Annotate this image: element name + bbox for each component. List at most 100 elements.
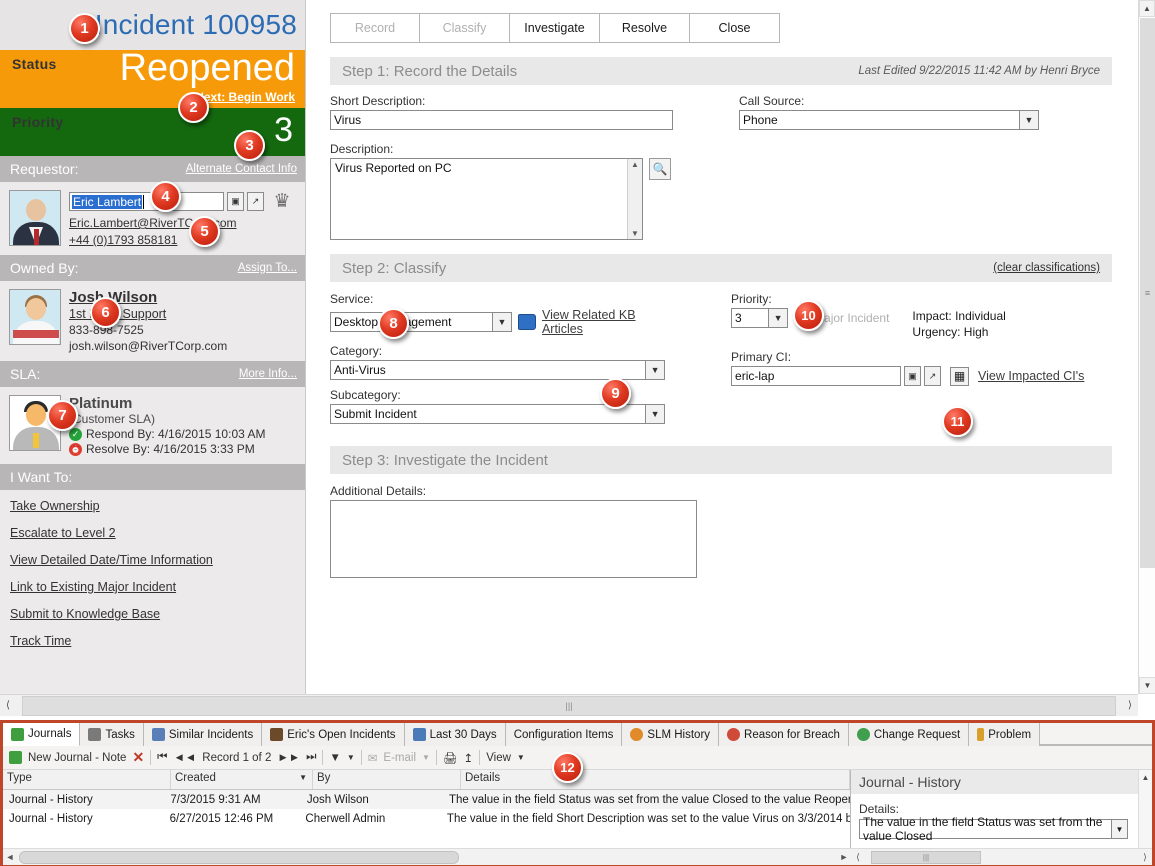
journal-detail-details-value[interactable]: The value in the field Status was set fr… — [859, 815, 1111, 843]
tab-problem[interactable]: Problem — [969, 723, 1041, 746]
first-record-icon[interactable]: ⏮ — [157, 751, 167, 764]
tab-change-request[interactable]: Change Request — [848, 723, 970, 746]
requestor-lookup-icon[interactable]: ▣ — [227, 192, 244, 211]
filter-icon[interactable]: ▼ — [329, 752, 340, 764]
print-icon[interactable]: 🖨 — [443, 751, 458, 765]
filter-dropdown-icon[interactable]: ▼ — [347, 753, 355, 762]
column-header-by[interactable]: By — [313, 770, 461, 789]
requestor-name-input[interactable]: Eric Lambert — [69, 192, 224, 211]
priority-dropdown[interactable]: 3 ▼ — [731, 308, 789, 328]
requestor-phone-link[interactable]: +44 (0)1793 858181 — [69, 233, 297, 247]
main-vertical-scrollbar[interactable]: ▲ ≡ ▼ — [1138, 0, 1155, 694]
call-source-value[interactable]: Phone — [739, 110, 1019, 130]
priority-select-value[interactable]: 3 — [731, 308, 769, 328]
last-record-icon[interactable]: ⏭ — [306, 751, 316, 764]
grid-hscroll-thumb[interactable] — [19, 850, 459, 864]
column-header-created[interactable]: Created ▼ — [171, 770, 313, 789]
scroll-down-icon[interactable]: ▼ — [1139, 677, 1155, 694]
call-source-dropdown[interactable]: Phone ▼ — [739, 110, 1039, 130]
scroll-up-icon[interactable]: ▲ — [1139, 0, 1155, 17]
scroll-down-icon[interactable]: ▼ — [631, 229, 639, 238]
service-value[interactable]: Desktop Management — [330, 312, 492, 332]
phase-tab-record[interactable]: Record — [330, 13, 420, 43]
short-description-input[interactable]: Virus — [330, 110, 673, 130]
phase-tab-close[interactable]: Close — [690, 13, 780, 43]
journal-grid-hscrollbar[interactable]: ◄ ► — [3, 848, 851, 865]
priority-value: 3 — [274, 111, 293, 149]
kb-book-icon[interactable] — [517, 314, 536, 330]
iwant-view-date-time-info[interactable]: View Detailed Date/Time Information — [10, 553, 305, 567]
scroll-left-icon[interactable]: ⟨ — [851, 852, 865, 863]
delete-x-icon[interactable]: ✕ — [132, 749, 144, 766]
iwant-take-ownership[interactable]: Take Ownership — [10, 499, 305, 513]
hscrollbar-thumb[interactable]: ||| — [22, 695, 1116, 716]
scroll-up-icon[interactable]: ▲ — [631, 160, 639, 169]
primary-ci-goto-icon[interactable]: ↗ — [924, 366, 942, 387]
detail-hscroll-thumb[interactable]: ||| — [871, 850, 981, 864]
journal-detail-vscrollbar[interactable]: ▲ — [1138, 770, 1152, 848]
chevron-down-icon[interactable]: ▼ — [768, 308, 789, 328]
requestor-goto-icon[interactable]: ↗ — [247, 192, 264, 211]
description-label: Description: — [330, 142, 394, 156]
phase-tab-classify[interactable]: Classify — [420, 13, 510, 43]
iwant-track-time[interactable]: Track Time — [10, 634, 305, 648]
primary-ci-lookup-icon[interactable]: ▣ — [904, 366, 922, 387]
scroll-right-icon[interactable]: ⟩ — [1122, 696, 1138, 716]
scroll-left-icon[interactable]: ◄ — [3, 852, 17, 862]
chevron-down-icon[interactable]: ▼ — [1019, 110, 1039, 130]
sla-more-info-link[interactable]: More Info... — [239, 368, 297, 380]
export-icon[interactable]: ↥ — [464, 751, 474, 765]
tab-slm-history[interactable]: SLM History — [622, 723, 720, 746]
phase-tab-resolve[interactable]: Resolve — [600, 13, 690, 43]
journal-detail-pane: Journal - History Details: The value in … — [851, 770, 1152, 865]
scroll-left-icon[interactable]: ⟨ — [0, 696, 16, 716]
category-dropdown[interactable]: Anti-Virus ▼ — [330, 360, 666, 380]
subcategory-value[interactable]: Submit Incident — [330, 404, 646, 424]
assign-to-link[interactable]: Assign To... — [238, 262, 297, 274]
phase-tab-investigate[interactable]: Investigate — [510, 13, 600, 43]
iwant-link-major-incident[interactable]: Link to Existing Major Incident — [10, 580, 305, 594]
clear-classifications-link[interactable]: (clear classifications) — [993, 262, 1100, 274]
description-scrollbar[interactable]: ▲ ▼ — [627, 159, 642, 239]
next-record-icon[interactable]: ►► — [277, 752, 300, 764]
tab-erics-open-incidents[interactable]: Eric's Open Incidents — [262, 723, 405, 746]
table-row[interactable]: Journal - History 6/27/2015 12:46 PM Che… — [3, 809, 850, 828]
primary-ci-input[interactable]: eric-lap — [731, 366, 902, 387]
next-begin-work-link[interactable]: Next: Begin Work — [195, 90, 295, 104]
scroll-right-icon[interactable]: ⟩ — [1138, 852, 1152, 863]
tab-similar-incidents[interactable]: Similar Incidents — [143, 723, 263, 746]
chevron-down-icon[interactable]: ▼ — [645, 360, 666, 380]
alternate-contact-info-link[interactable]: Alternate Contact Info — [186, 163, 297, 175]
description-zoom-icon[interactable]: 🔍 — [649, 158, 671, 180]
tab-configuration-items[interactable]: Configuration Items — [505, 723, 623, 746]
tab-reason-for-breach[interactable]: Reason for Breach — [719, 723, 849, 746]
iwant-submit-knowledge-base[interactable]: Submit to Knowledge Base — [10, 607, 305, 621]
scrollbar-thumb[interactable]: ≡ — [1140, 18, 1155, 568]
view-impacted-cis-link[interactable]: View Impacted CI's — [978, 369, 1084, 383]
journal-detail-hscrollbar[interactable]: ⟨ ||| ⟩ — [851, 848, 1152, 865]
requestor-email-link[interactable]: Eric.Lambert@RiverTCorp.com — [69, 216, 297, 230]
chevron-down-icon[interactable]: ▼ — [491, 312, 512, 332]
view-button[interactable]: View — [486, 752, 511, 764]
category-value[interactable]: Anti-Virus — [330, 360, 646, 380]
prev-record-icon[interactable]: ◄◄ — [174, 752, 197, 764]
scroll-up-icon[interactable]: ▲ — [1139, 770, 1152, 784]
chevron-down-icon[interactable]: ▼ — [645, 404, 666, 424]
scroll-right-icon[interactable]: ► — [837, 852, 851, 862]
main-horizontal-scrollbar[interactable]: ⟨ ||| ⟩ — [0, 694, 1138, 716]
additional-details-textarea[interactable] — [330, 500, 697, 578]
column-header-details[interactable]: Details — [461, 770, 850, 789]
view-related-kb-articles-link[interactable]: View Related KB Articles — [542, 308, 665, 336]
description-textarea[interactable]: Virus Reported on PC ▲ ▼ — [330, 158, 643, 240]
service-dropdown[interactable]: Desktop Management ▼ — [330, 312, 512, 332]
tab-journals[interactable]: Journals — [3, 723, 81, 746]
view-dropdown-icon[interactable]: ▼ — [517, 753, 525, 762]
tab-last-30-days[interactable]: Last 30 Days — [404, 723, 506, 746]
view-impacted-ci-icon[interactable]: ▦ — [950, 366, 970, 386]
column-header-type[interactable]: Type — [3, 770, 171, 789]
table-row[interactable]: Journal - History 7/3/2015 9:31 AM Josh … — [3, 790, 850, 809]
tab-tasks[interactable]: Tasks — [80, 723, 144, 746]
iwant-escalate-level-2[interactable]: Escalate to Level 2 — [10, 526, 305, 540]
new-journal-button[interactable]: New Journal - Note — [28, 752, 126, 764]
chevron-down-icon[interactable]: ▼ — [1111, 819, 1128, 839]
